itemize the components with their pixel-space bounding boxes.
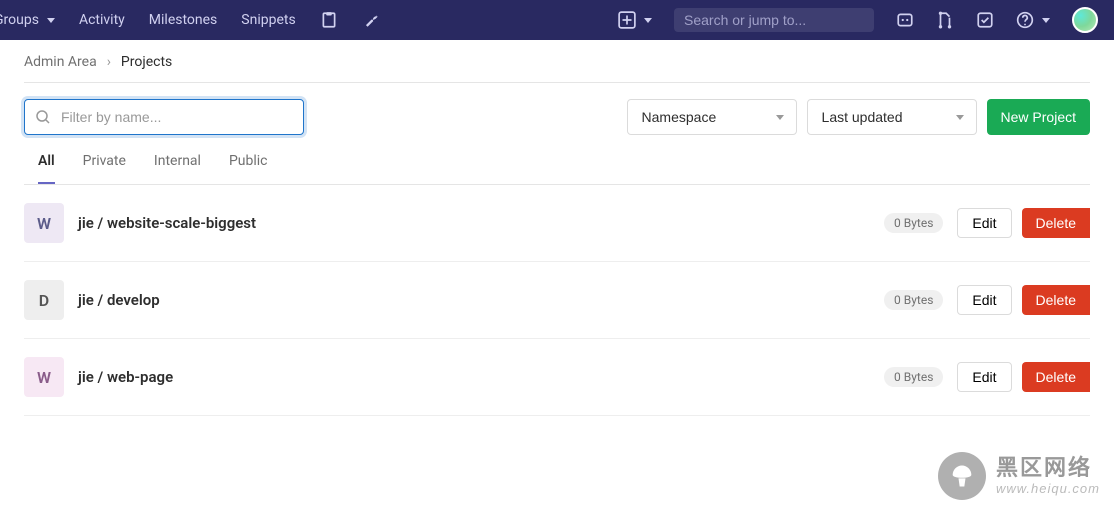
watermark-url: www.heiqu.com	[996, 481, 1100, 497]
projects-list: Wjie / website-scale-biggest0 BytesEditD…	[24, 185, 1090, 416]
visibility-tabs: All Private Internal Public	[24, 135, 1090, 185]
watermark: 黑区网络 www.heiqu.com	[938, 452, 1100, 500]
user-avatar[interactable]	[1072, 7, 1098, 33]
filter-input[interactable]	[24, 99, 304, 135]
todos-icon[interactable]	[976, 11, 994, 29]
size-badge: 0 Bytes	[884, 290, 943, 310]
clipboard-icon[interactable]	[320, 11, 338, 29]
project-path[interactable]: jie / website-scale-biggest	[78, 214, 256, 232]
tab-private[interactable]: Private	[83, 153, 126, 184]
help-icon	[1016, 11, 1034, 29]
topnav-right	[618, 7, 1098, 33]
topnav-left: Groups Activity Milestones Snippets	[0, 11, 380, 29]
delete-button[interactable]: Delete	[1022, 285, 1090, 315]
project-row: Wjie / web-page 0 Bytes Edit Delete	[24, 339, 1090, 416]
nav-milestones[interactable]: Milestones	[149, 12, 218, 28]
project-path[interactable]: jie / web-page	[78, 368, 173, 386]
project-path[interactable]: jie / develop	[78, 291, 160, 309]
size-badge: 0 Bytes	[884, 367, 943, 387]
search-input[interactable]	[684, 12, 865, 28]
size-badge: 0 Bytes	[884, 213, 943, 233]
watermark-logo	[938, 452, 986, 500]
namespace-select[interactable]: Namespace	[627, 99, 797, 135]
chevron-right-icon: ›	[107, 54, 111, 70]
project-row: Djie / develop 0 Bytes Edit Delete	[24, 262, 1090, 339]
tab-all[interactable]: All	[38, 153, 55, 184]
merge-requests-icon[interactable]	[936, 11, 954, 29]
new-project-button[interactable]: New Project	[987, 99, 1090, 135]
tab-public[interactable]: Public	[229, 153, 268, 184]
project-avatar: W	[24, 203, 64, 243]
breadcrumb: Admin Area › Projects	[24, 40, 1090, 83]
issues-icon[interactable]	[896, 11, 914, 29]
breadcrumb-admin-area[interactable]: Admin Area	[24, 54, 97, 70]
edit-button[interactable]: Edit	[957, 362, 1011, 392]
delete-button[interactable]: Delete	[1022, 208, 1090, 238]
project-row: Wjie / website-scale-biggest 0 Bytes Edit D…	[24, 185, 1090, 262]
plus-menu[interactable]	[618, 11, 652, 29]
search-icon	[35, 109, 51, 125]
plus-box-icon	[618, 11, 636, 29]
global-search[interactable]	[674, 8, 874, 32]
top-navbar: Groups Activity Milestones Snippets	[0, 0, 1114, 40]
breadcrumb-projects: Projects	[121, 54, 172, 70]
sort-select[interactable]: Last updated	[807, 99, 977, 135]
edit-button[interactable]: Edit	[957, 208, 1011, 238]
chevron-down-icon	[1042, 18, 1050, 23]
chevron-down-icon	[47, 18, 55, 23]
edit-button[interactable]: Edit	[957, 285, 1011, 315]
nav-groups[interactable]: Groups	[0, 12, 55, 28]
chevron-down-icon	[644, 18, 652, 23]
filter-wrap	[24, 99, 304, 135]
watermark-text: 黑区网络	[996, 455, 1100, 481]
delete-button[interactable]: Delete	[1022, 362, 1090, 392]
project-avatar: W	[24, 357, 64, 397]
nav-snippets[interactable]: Snippets	[241, 12, 295, 28]
tab-internal[interactable]: Internal	[154, 153, 201, 184]
help-menu[interactable]	[1016, 11, 1050, 29]
project-avatar: D	[24, 280, 64, 320]
page-content: Admin Area › Projects Namespace Last upd…	[0, 40, 1114, 416]
toolbar: Namespace Last updated New Project	[24, 83, 1090, 135]
wrench-icon[interactable]	[362, 11, 380, 29]
nav-activity[interactable]: Activity	[79, 12, 125, 28]
